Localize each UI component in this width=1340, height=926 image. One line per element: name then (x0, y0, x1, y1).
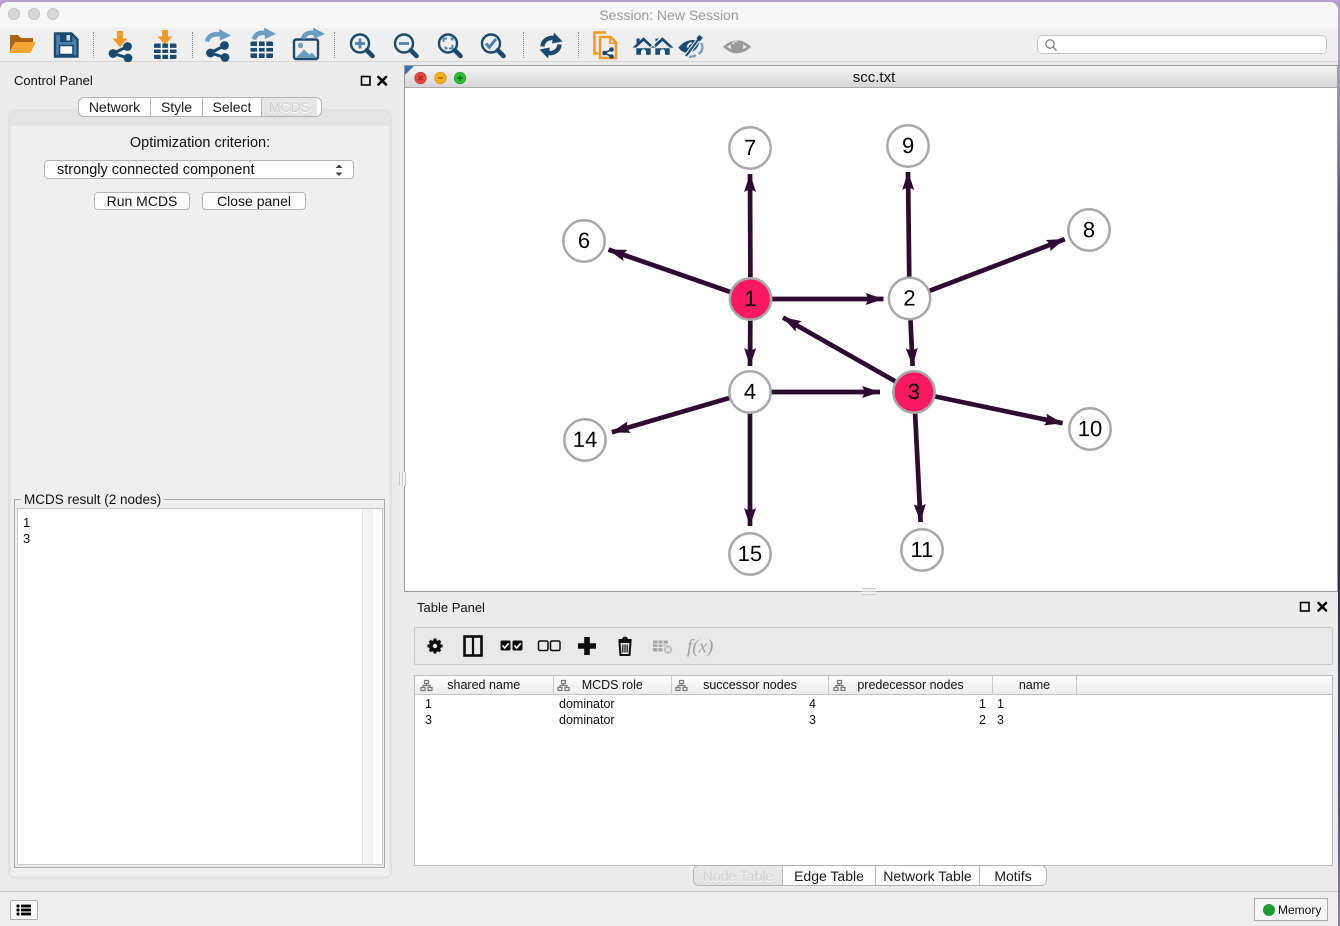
svg-text:f(x): f(x) (687, 637, 713, 658)
svg-text:7: 7 (744, 135, 756, 160)
svg-text:4: 4 (744, 379, 756, 404)
svg-text:15: 15 (738, 541, 762, 566)
svg-text:8: 8 (1083, 217, 1095, 242)
svg-text:2: 2 (903, 286, 915, 311)
svg-text:10: 10 (1078, 416, 1102, 441)
svg-text:14: 14 (573, 427, 597, 452)
svg-text:3: 3 (908, 379, 920, 404)
svg-text:9: 9 (902, 133, 914, 158)
svg-text:6: 6 (578, 228, 590, 253)
svg-text:11: 11 (911, 537, 934, 562)
svg-text:1: 1 (744, 286, 756, 311)
